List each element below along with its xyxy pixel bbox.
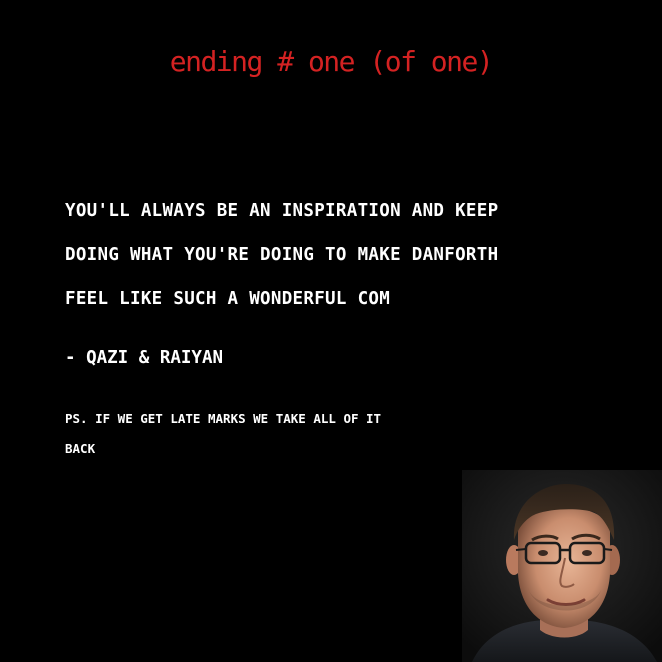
- tribute-message: YOU'LL ALWAYS BE AN INSPIRATION AND KEEP…: [65, 189, 625, 321]
- postscript: PS. IF WE GET LATE MARKS WE TAKE ALL OF …: [65, 404, 381, 464]
- person-portrait-icon: [462, 470, 662, 662]
- postscript-line: PS. IF WE GET LATE MARKS WE TAKE ALL OF …: [65, 411, 382, 426]
- portrait-photo: [462, 470, 662, 662]
- message-line: DOING WHAT YOU'RE DOING TO MAKE DANFORTH: [65, 245, 499, 265]
- message-line: FEEL LIKE SUCH A WONDERFUL COM: [65, 289, 391, 309]
- ending-screen: ending # one (of one) YOU'LL ALWAYS BE A…: [0, 0, 662, 662]
- signature: - QAZI & RAIYAN: [65, 348, 224, 368]
- message-line: YOU'LL ALWAYS BE AN INSPIRATION AND KEEP: [65, 201, 499, 221]
- ending-title: ending # one (of one): [169, 45, 494, 78]
- postscript-line: BACK: [65, 441, 96, 456]
